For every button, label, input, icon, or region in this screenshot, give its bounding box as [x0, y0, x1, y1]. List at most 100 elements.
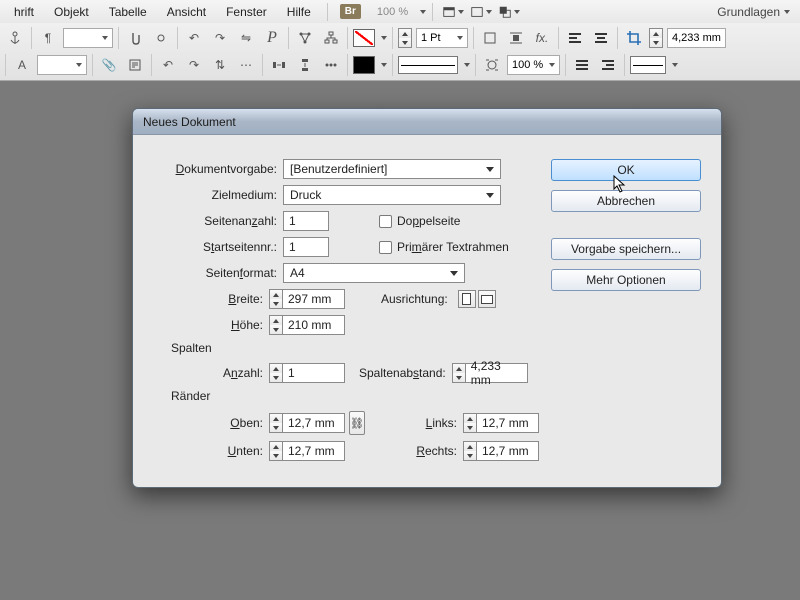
screen-mode-icon[interactable] [470, 3, 492, 21]
paragraph-p-icon[interactable]: P [261, 27, 283, 49]
separator [432, 3, 433, 21]
fx-icon[interactable]: fx. [531, 27, 553, 49]
zoom2-combo[interactable]: 100 % [507, 55, 560, 75]
rechts-spinner[interactable] [463, 441, 477, 461]
primaer-checkbox[interactable]: Primärer Textrahmen [379, 240, 509, 254]
startseitennr-field[interactable]: 1 [283, 237, 329, 257]
save-preset-button[interactable]: Vorgabe speichern... [551, 238, 701, 260]
attachment-icon[interactable]: 📎 [98, 54, 120, 76]
label-ausrichtung: Ausrichtung: [381, 292, 448, 306]
anchor-icon[interactable] [4, 27, 26, 49]
chevron-down-icon [784, 10, 790, 14]
spaltenabstand-spinner[interactable] [452, 363, 466, 383]
spaltenabstand-field[interactable]: 4,233 mm [466, 363, 528, 383]
new-document-dialog: Neues Dokument Dokumentvorgabe: [Benutze… [132, 108, 722, 488]
fill-none-swatch[interactable] [353, 29, 375, 47]
para-style-icon[interactable]: ¶ [37, 27, 59, 49]
anzahl-spinner[interactable] [269, 363, 283, 383]
cancel-button[interactable]: Abbrechen [551, 190, 701, 212]
rotate-ccw2-icon[interactable]: ↶ [157, 54, 179, 76]
bridge-icon[interactable]: Br [340, 4, 361, 19]
rotate-cw-icon[interactable]: ↷ [209, 27, 231, 49]
clip-icon[interactable] [124, 27, 146, 49]
stroke-style-combo[interactable] [398, 56, 458, 74]
link-chain-icon[interactable] [150, 27, 172, 49]
dialog-titlebar[interactable]: Neues Dokument [133, 109, 721, 135]
menu-hilfe[interactable]: Hilfe [277, 2, 321, 22]
anzahl-field[interactable]: 1 [283, 363, 345, 383]
distribute-icon[interactable] [294, 27, 316, 49]
label-seitenformat: Seitenformat: [153, 266, 277, 280]
unten-field[interactable]: 12,7 mm [283, 441, 345, 461]
fill-dropdown-icon[interactable] [381, 36, 387, 40]
seitenanzahl-field[interactable]: 1 [283, 211, 329, 231]
flip-v-icon[interactable]: ⇅ [209, 54, 231, 76]
menu-schrift[interactable]: hrift [4, 2, 44, 22]
seitenformat-combo[interactable]: A4 [283, 263, 465, 283]
oben-spinner[interactable] [269, 413, 283, 433]
hoehe-spinner[interactable] [269, 315, 283, 335]
links-field[interactable]: 12,7 mm [477, 413, 539, 433]
group-tree-icon[interactable] [320, 27, 342, 49]
arrange-icon[interactable] [498, 3, 520, 21]
menu-fenster[interactable]: Fenster [216, 2, 277, 22]
wrap-offset-spinner[interactable] [649, 28, 663, 48]
link-margins-icon[interactable]: ⛓ [349, 411, 365, 435]
align-center-icon[interactable] [590, 27, 612, 49]
control-panel: ¶ ↶ ↷ ⇋ P 1 Pt fx. 4,233 mm A 📎 [0, 23, 800, 81]
menu-objekt[interactable]: Objekt [44, 2, 99, 22]
char-style-icon[interactable]: A [11, 54, 33, 76]
dokumentvorgabe-combo[interactable]: [Benutzerdefiniert] [283, 159, 501, 179]
dist-v-icon[interactable] [294, 54, 316, 76]
wrap-shape-icon[interactable] [481, 54, 503, 76]
orientation-portrait-button[interactable] [458, 290, 476, 308]
breite-spinner[interactable] [269, 289, 283, 309]
space-icon[interactable] [320, 54, 342, 76]
zoom-level[interactable]: 100 % [377, 6, 408, 18]
align-right-icon[interactable] [597, 54, 619, 76]
rotate-cw2-icon[interactable]: ↷ [183, 54, 205, 76]
spalten-group-label: Spalten [171, 341, 551, 355]
flip-h-icon[interactable]: ⇋ [235, 27, 257, 49]
align-justify-icon[interactable] [571, 54, 593, 76]
separator [327, 3, 328, 21]
rotate-ccw-icon[interactable]: ↶ [183, 27, 205, 49]
links-spinner[interactable] [463, 413, 477, 433]
stroke-weight-spinner[interactable] [398, 28, 412, 48]
para-style-combo[interactable] [63, 28, 113, 48]
line-style-combo[interactable] [630, 56, 666, 74]
dist-h-icon[interactable] [268, 54, 290, 76]
script-icon[interactable] [124, 54, 146, 76]
char-style-combo[interactable] [37, 55, 87, 75]
zoom-dropdown-icon[interactable] [420, 10, 426, 14]
unten-spinner[interactable] [269, 441, 283, 461]
line-dropdown-icon[interactable] [672, 63, 678, 67]
label-seitenanzahl: Seitenanzahl: [153, 214, 277, 228]
breite-field[interactable]: 297 mm [283, 289, 345, 309]
doppelseite-checkbox[interactable]: Doppelseite [379, 214, 460, 228]
align-left-icon[interactable] [564, 27, 586, 49]
portrait-icon [462, 293, 471, 305]
crop-icon[interactable] [623, 27, 645, 49]
stroke-weight-combo[interactable]: 1 Pt [416, 28, 468, 48]
text-wrap-bound-icon[interactable] [505, 27, 527, 49]
zielmedium-combo[interactable]: Druck [283, 185, 501, 205]
text-wrap-none-icon[interactable] [479, 27, 501, 49]
fill-black-swatch[interactable] [353, 56, 375, 74]
rechts-field[interactable]: 12,7 mm [477, 441, 539, 461]
hoehe-field[interactable]: 210 mm [283, 315, 345, 335]
ok-button[interactable]: OK [551, 159, 701, 181]
label-oben: Oben: [177, 416, 263, 430]
dots-icon[interactable]: ⋯ [235, 54, 257, 76]
workspace-switcher[interactable]: Grundlagen [711, 5, 796, 19]
orientation-landscape-button[interactable] [478, 290, 496, 308]
label-rechts: Rechts: [401, 444, 457, 458]
view-options-icon[interactable] [442, 3, 464, 21]
menu-tabelle[interactable]: Tabelle [99, 2, 157, 22]
more-options-button[interactable]: Mehr Optionen [551, 269, 701, 291]
menu-ansicht[interactable]: Ansicht [157, 2, 216, 22]
swatch-dropdown-icon[interactable] [381, 63, 387, 67]
wrap-offset-field[interactable]: 4,233 mm [667, 28, 726, 48]
stroke-style-dropdown-icon[interactable] [464, 63, 470, 67]
oben-field[interactable]: 12,7 mm [283, 413, 345, 433]
